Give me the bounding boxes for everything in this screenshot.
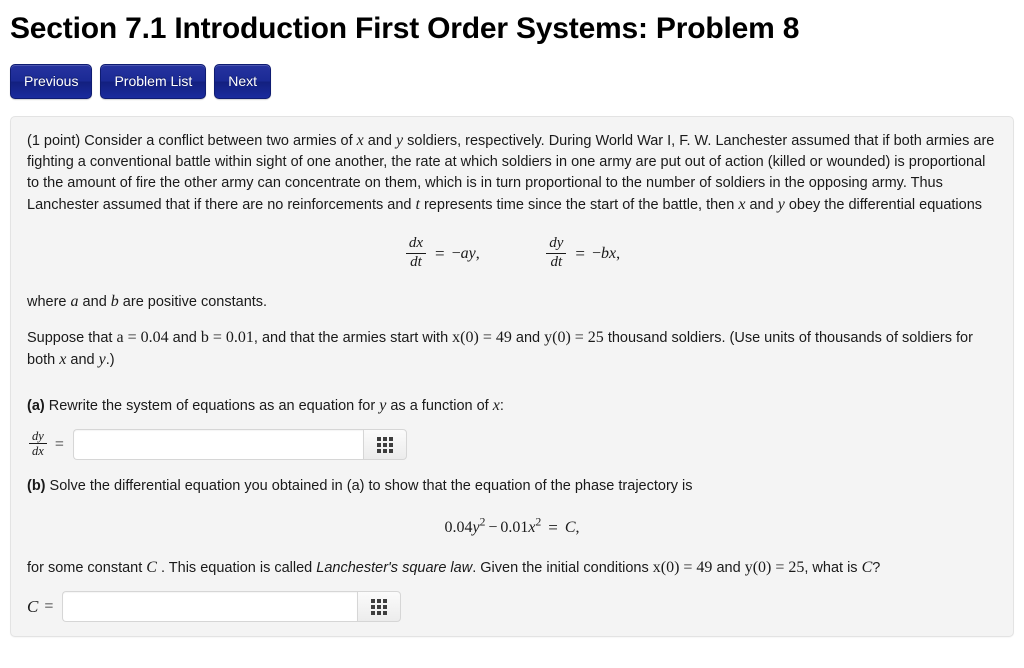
where-text-2: are positive constants. [118, 294, 268, 311]
value-a: a = 0.04 [116, 329, 169, 347]
variable-a: a [70, 293, 79, 311]
closing-text-5: ? [872, 560, 881, 577]
equals-sign-3: = [548, 518, 558, 538]
constants-description: where a and b are positive constants. [27, 291, 997, 313]
coefficient-1: 0.04 [444, 519, 473, 537]
closing-conjunction: and [712, 560, 745, 577]
initial-value-y0: y(0) = 25 [544, 329, 604, 347]
equals-sign-part-a: = [54, 435, 64, 453]
equals-sign-part-c: = [44, 597, 54, 615]
closing-text-2: . This equation is called [156, 560, 317, 577]
variable-y-3: y [98, 351, 106, 369]
equation-dy-dt: dy dt = −bx, [544, 235, 621, 272]
equals-sign-1: = [435, 244, 445, 264]
suppose-conjunction-3: and [66, 352, 99, 369]
equals-sign-2: = [575, 244, 586, 264]
comma-1: , [475, 245, 480, 263]
part-a-text-1: Rewrite the system of equations as an eq… [44, 398, 380, 415]
suppose-text-1: Suppose that [27, 330, 117, 347]
minus-sign-2: − [592, 245, 602, 263]
differential-equations-display: dx dt = −ay, dy dt = −bx, [27, 235, 997, 272]
intro-text-3: represents time since the start of the b… [419, 197, 739, 213]
part-a-answer-row: dy dx = [27, 429, 997, 461]
constant-C-1: C [146, 559, 157, 577]
comma-3: , [575, 519, 580, 537]
part-a-question: (a) Rewrite the system of equations as a… [27, 395, 997, 417]
page-title: Section 7.1 Introduction First Order Sys… [10, 12, 800, 45]
problem-statement-intro: (1 point) Consider a conflict between tw… [27, 130, 997, 216]
part-c-answer-prefix: C = [27, 597, 53, 617]
problem-panel: (1 point) Consider a conflict between tw… [10, 116, 1014, 637]
suppose-conjunction-2: and [511, 330, 545, 347]
fraction-dx-dt: dx dt [405, 235, 427, 272]
where-text-1: where [27, 294, 71, 311]
variable-x-4: x [492, 397, 500, 415]
fraction-dy-dt: dy dt [546, 235, 567, 272]
term-bx: bx [601, 245, 617, 263]
variable-b: b [110, 293, 119, 311]
intro-text-1: Consider a conflict between two armies o… [80, 133, 357, 149]
constant-C-equation: C [564, 519, 576, 537]
term1-variable: y [472, 519, 480, 537]
suppose-text-2: , and that the armies start with [253, 330, 453, 347]
variable-y-2: y [777, 196, 785, 213]
suppose-text-4: .) [105, 352, 115, 369]
closing-text-4: , what is [804, 560, 862, 577]
value-b: b = 0.01 [200, 329, 254, 347]
math-keypad-grid-icon [376, 436, 393, 453]
fraction-denominator: dx [29, 443, 47, 459]
part-b-label: (b) [27, 478, 46, 495]
minus-sign-1: − [451, 245, 461, 263]
phase-trajectory-equation: 0.04y2−0.01x2 = C, [27, 516, 997, 538]
initial-conditions-paragraph: Suppose that a = 0.04 and b = 0.01, and … [27, 327, 997, 371]
math-keypad-grid-icon [371, 598, 388, 615]
constant-C-label: C [27, 596, 39, 616]
previous-button[interactable]: Previous [10, 64, 93, 99]
problem-list-button[interactable]: Problem List [100, 64, 207, 99]
part-c-answer-row: C = [27, 591, 997, 623]
closing-x0: x(0) = 49 [652, 559, 713, 577]
part-c-answer-input[interactable] [62, 591, 358, 623]
point-value: (1 point) [27, 133, 81, 149]
part-c-answer-field [62, 591, 402, 623]
variable-x: x [356, 132, 364, 149]
closing-text-3: . Given the initial conditions [472, 560, 653, 577]
part-c-math-keypad-button[interactable] [357, 591, 402, 623]
intro-conjunction-1: and [363, 133, 396, 149]
part-a-answer-input[interactable] [72, 429, 363, 461]
part-b-text: Solve the differential equation you obta… [45, 478, 693, 495]
fraction-denominator: dt [405, 252, 427, 272]
intro-text-4: obey the differential equations [784, 197, 983, 213]
fraction-numerator: dx [408, 235, 424, 251]
part-a-label: (a) [27, 398, 45, 415]
term-ay: ay [460, 245, 476, 263]
part-a-answer-field [72, 429, 407, 461]
fraction-denominator: dt [546, 252, 567, 272]
part-a-answer-prefix: dy dx = [27, 429, 64, 461]
next-button[interactable]: Next [214, 64, 272, 99]
fraction-numerator: dy [549, 235, 564, 251]
intro-conjunction-2: and [745, 197, 778, 213]
coefficient-2: 0.01 [500, 519, 529, 537]
problem-navigation-bar: Previous Problem List Next [10, 64, 1024, 99]
suppose-conjunction-1: and [168, 330, 201, 347]
minus-operator: − [488, 519, 498, 537]
fraction-numerator: dy [32, 428, 44, 443]
part-a-text-3: : [499, 398, 504, 415]
closing-y0: y(0) = 25 [744, 559, 805, 577]
equation-dx-dt: dx dt = −ay, [404, 235, 480, 272]
lanchester-square-law-name: Lanchester's square law [316, 560, 473, 577]
comma-2: , [616, 245, 621, 263]
closing-text-1: for some constant [27, 560, 147, 577]
closing-question: for some constant C . This equation is c… [27, 557, 997, 579]
fraction-dy-dx: dy dx [29, 429, 47, 460]
part-a-text-2: as a function of [386, 398, 493, 415]
constant-C-2: C [861, 559, 873, 577]
where-conjunction: and [78, 294, 111, 311]
part-a-math-keypad-button[interactable] [362, 429, 407, 461]
initial-value-x0: x(0) = 49 [452, 329, 512, 347]
part-b-question: (b) Solve the differential equation you … [27, 476, 997, 497]
